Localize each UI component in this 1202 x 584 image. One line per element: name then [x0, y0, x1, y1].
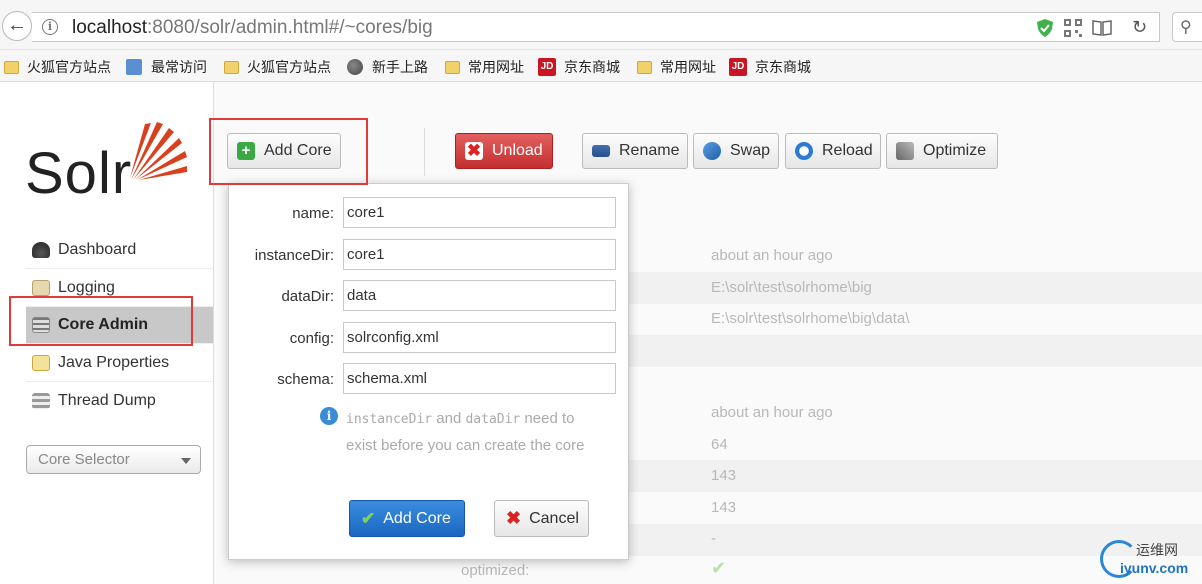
java-properties-icon: [32, 355, 50, 371]
field-label: schema:: [277, 371, 334, 388]
info-value: about an hour ago: [711, 404, 833, 421]
qr-code-icon[interactable]: [1064, 19, 1082, 37]
dialog-add-core-button[interactable]: ✔ Add Core: [349, 500, 465, 537]
jd-icon: JD: [729, 58, 747, 76]
globe-icon: [347, 59, 363, 75]
thread-dump-icon: [32, 392, 50, 409]
cancel-button[interactable]: ✖ Cancel: [494, 500, 589, 537]
check-icon: ✔: [361, 508, 376, 528]
instance-dir-input[interactable]: core1: [343, 239, 616, 270]
info-value: 64: [711, 436, 728, 453]
bookmark-item[interactable]: 最常访问: [126, 57, 207, 77]
unload-button[interactable]: ✖ Unload: [455, 133, 553, 169]
swap-icon: [703, 142, 721, 160]
close-icon: ✖: [465, 141, 483, 160]
reader-view-icon[interactable]: [1092, 19, 1112, 37]
chevron-down-icon: [181, 458, 191, 464]
bookmark-item[interactable]: 常用网址: [637, 57, 716, 77]
field-label: dataDir:: [281, 288, 334, 305]
swap-button[interactable]: Swap: [693, 133, 779, 169]
field-label: instanceDir:: [254, 247, 334, 264]
info-value: 143: [711, 467, 737, 484]
info-value: about an hour ago: [711, 247, 833, 264]
close-icon: ✖: [506, 508, 522, 528]
info-icon: i: [320, 407, 338, 425]
folder-icon: [445, 60, 460, 74]
solr-logo[interactable]: Solr: [25, 120, 190, 206]
name-input[interactable]: core1: [343, 197, 616, 228]
optimize-button[interactable]: Optimize: [886, 133, 998, 169]
field-label: config:: [289, 330, 334, 347]
shield-icon[interactable]: [1037, 19, 1053, 37]
info-value: -: [711, 530, 716, 547]
bookmark-item[interactable]: JD 京东商城: [538, 57, 620, 77]
wrench-icon: [896, 142, 914, 160]
info-value: 143: [711, 499, 737, 516]
checkmark-icon: ✔: [711, 558, 727, 578]
toolbar-divider: [424, 128, 425, 176]
rename-icon: [592, 145, 610, 157]
field-label: name:: [292, 205, 334, 222]
bookmark-item[interactable]: 火狐官方站点: [224, 57, 331, 77]
folder-icon: [4, 60, 19, 74]
bookmark-item[interactable]: 新手上路: [347, 57, 428, 77]
search-icon: ⚲: [1180, 19, 1192, 36]
optimized-label: optimized:: [461, 562, 530, 579]
reload-icon: [795, 142, 813, 160]
sun-logo-icon: [130, 122, 187, 180]
back-arrow-icon[interactable]: ←: [2, 11, 32, 41]
bookmark-item[interactable]: JD 京东商城: [729, 57, 811, 77]
logging-icon: [32, 280, 50, 296]
sidebar-item-thread-dump[interactable]: Thread Dump: [26, 382, 213, 419]
schema-input[interactable]: schema.xml: [343, 363, 616, 394]
folder-icon: [637, 60, 652, 74]
logo-text: Solr: [25, 141, 133, 206]
core-selector[interactable]: Core Selector: [26, 445, 201, 474]
browser-reload-icon[interactable]: ↻: [1132, 17, 1147, 38]
jd-icon: JD: [538, 58, 556, 76]
bookmarks-bar: 火狐官方站点 最常访问 火狐官方站点 新手上路 常用网址 JD 京东商城 常用网址…: [0, 50, 1202, 82]
folder-icon: [224, 60, 239, 74]
info-value: E:\solr\test\solrhome\big\data\: [711, 310, 910, 327]
info-value: E:\solr\test\solrhome\big: [711, 279, 872, 296]
page-info-icon[interactable]: i: [42, 19, 58, 35]
highlight-core-admin: [9, 296, 193, 346]
highlight-add-core: [209, 118, 368, 185]
watermark-logo: 运维网 iyunv.com: [1098, 538, 1202, 584]
bookmark-item[interactable]: 火狐官方站点: [4, 57, 111, 77]
sidebar-item-java-properties[interactable]: Java Properties: [26, 345, 213, 382]
rename-button[interactable]: Rename: [582, 133, 688, 169]
browser-toolbar: ← i localhost:8080/solr/admin.html#/~cor…: [0, 0, 1202, 50]
bookmark-item[interactable]: 常用网址: [445, 57, 524, 77]
add-core-dialog: name: core1 instanceDir: core1 dataDir: …: [228, 183, 629, 560]
browser-search-box[interactable]: ⚲: [1172, 12, 1202, 42]
reload-button[interactable]: Reload: [785, 133, 881, 169]
config-input[interactable]: solrconfig.xml: [343, 322, 616, 353]
data-dir-input[interactable]: data: [343, 280, 616, 311]
url-text[interactable]: localhost:8080/solr/admin.html#/~cores/b…: [72, 17, 433, 39]
hint-text: instanceDir and dataDir need to exist be…: [346, 410, 585, 454]
sidebar-item-dashboard[interactable]: Dashboard: [26, 232, 213, 269]
dashboard-icon: [32, 242, 50, 258]
search-doc-icon: [126, 59, 142, 75]
url-bar[interactable]: i localhost:8080/solr/admin.html#/~cores…: [32, 12, 1160, 42]
